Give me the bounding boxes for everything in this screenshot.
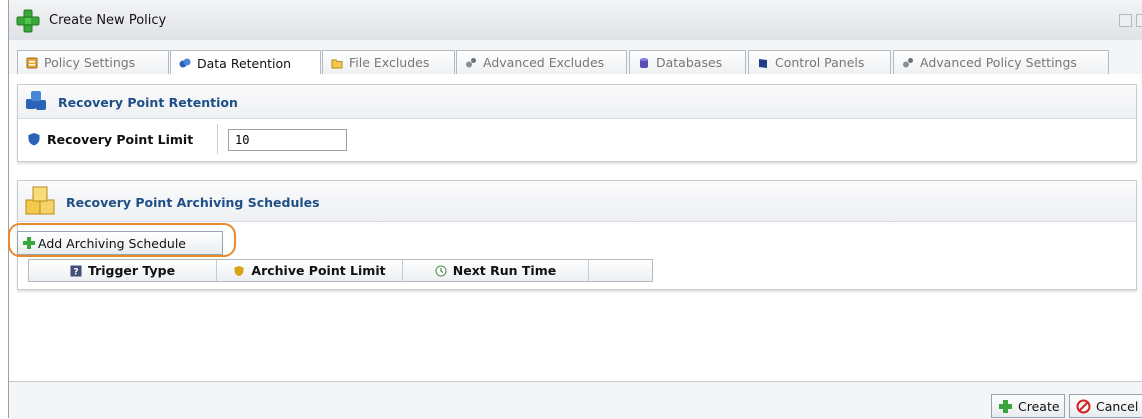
- recovery-point-limit-input[interactable]: [228, 129, 347, 151]
- tab-label: File Excludes: [349, 55, 430, 70]
- green-plus-icon: [999, 399, 1012, 413]
- tab-label: Policy Settings: [44, 55, 136, 70]
- create-button[interactable]: Create: [991, 394, 1065, 418]
- cancel-button[interactable]: Cancel: [1069, 394, 1142, 418]
- close-icon[interactable]: [1136, 14, 1142, 27]
- tab-databases[interactable]: Databases: [629, 50, 746, 74]
- column-trigger-type[interactable]: ? Trigger Type: [29, 260, 217, 281]
- shield-icon: [28, 133, 40, 146]
- green-plus-icon: [23, 237, 35, 249]
- clock-icon: [435, 265, 447, 276]
- tab-control-panels[interactable]: Control Panels: [748, 50, 891, 74]
- folder-icon: [331, 59, 343, 68]
- tab-bar: Policy Settings Data Retention File Excl…: [9, 40, 1142, 75]
- create-policy-window: Create New Policy Policy Settings Data R…: [8, 0, 1142, 419]
- tab-label: Control Panels: [775, 55, 865, 70]
- green-plus-icon: [16, 9, 40, 33]
- tab-file-excludes[interactable]: File Excludes: [322, 50, 455, 74]
- restore-icon[interactable]: [1119, 14, 1132, 27]
- column-next-run-time[interactable]: Next Run Time: [403, 260, 589, 281]
- control-panel-icon: [759, 58, 767, 68]
- cancel-label: Cancel: [1096, 398, 1139, 414]
- tab-label: Databases: [656, 55, 723, 70]
- recovery-point-limit-row: Recovery Point Limit: [18, 118, 1136, 161]
- column-label: Archive Point Limit: [251, 263, 386, 278]
- create-label: Create: [1018, 398, 1060, 414]
- tab-advanced-excludes[interactable]: Advanced Excludes: [456, 50, 627, 74]
- tab-label: Data Retention: [197, 55, 292, 71]
- shield-icon: [234, 265, 244, 276]
- policy-settings-icon: [26, 57, 38, 68]
- column-label: Next Run Time: [452, 263, 557, 278]
- recovery-point-limit-label: Recovery Point Limit: [47, 132, 194, 147]
- title-bar: Create New Policy: [9, 0, 1142, 41]
- archive-boxes-icon: [25, 186, 55, 215]
- cancel-icon: [1076, 399, 1091, 413]
- gears-icon: [466, 57, 476, 67]
- add-archiving-schedule-label: Add Archiving Schedule: [38, 235, 186, 251]
- divider: [217, 124, 218, 154]
- column-label: Trigger Type: [87, 263, 176, 278]
- svg-text:?: ?: [73, 267, 78, 277]
- data-retention-icon: [179, 58, 191, 68]
- panel-title: Recovery Point Retention: [58, 95, 238, 110]
- stacked-disks-icon: [26, 91, 46, 110]
- dialog-footer: Create Cancel: [9, 381, 1142, 419]
- gears-icon: [903, 57, 913, 67]
- tab-label: Advanced Policy Settings: [920, 55, 1077, 70]
- add-archiving-schedule-button[interactable]: Add Archiving Schedule: [17, 231, 223, 255]
- schedule-grid-header: ? Trigger Type Archive Point Limit Next …: [28, 259, 653, 282]
- column-archive-point-limit[interactable]: Archive Point Limit: [217, 260, 403, 281]
- tab-data-retention[interactable]: Data Retention: [170, 50, 321, 75]
- panel-title: Recovery Point Archiving Schedules: [66, 195, 320, 210]
- question-icon: ?: [70, 265, 82, 277]
- window-title: Create New Policy: [49, 13, 167, 28]
- tab-label: Advanced Excludes: [483, 55, 605, 70]
- tab-advanced-policy-settings[interactable]: Advanced Policy Settings: [893, 50, 1109, 74]
- panel-header: Recovery Point Archiving Schedules: [18, 181, 1136, 222]
- tab-content: Recovery Point Retention Recovery Point …: [8, 74, 1142, 381]
- database-icon: [640, 57, 648, 68]
- tab-policy-settings[interactable]: Policy Settings: [17, 50, 169, 74]
- retention-panel: Recovery Point Retention Recovery Point …: [17, 84, 1137, 162]
- panel-header: Recovery Point Retention: [18, 85, 1136, 119]
- column-empty: [589, 260, 652, 281]
